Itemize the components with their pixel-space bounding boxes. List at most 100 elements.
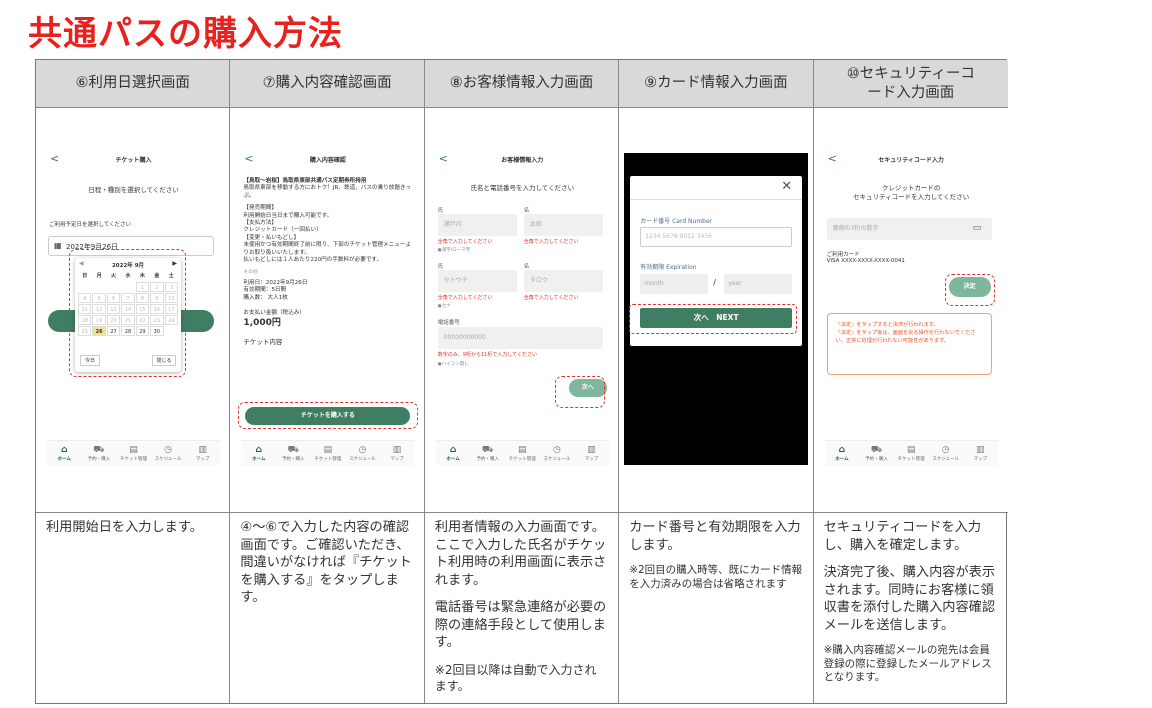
bottom-nav: ⌂ ホーム ⛟ 予約・購入 ▤ チケット管理 ◷ スケジュール ▥ マップ xyxy=(47,440,220,466)
price-label: お支払い金額（税込み） xyxy=(243,310,305,317)
highlight-next xyxy=(629,304,798,334)
column-header: ⑨カード情報入力画面 xyxy=(619,60,813,108)
screen-subtitle: 氏名と電話番号を入力してください xyxy=(470,184,575,192)
map-icon: ▥ xyxy=(587,445,596,455)
expiration-label: 有効期限 Expiration xyxy=(640,264,697,271)
sei-label: 氏 xyxy=(437,208,444,214)
highlight-next xyxy=(554,376,605,408)
nav-purchase[interactable]: ⛟ 予約・購入 xyxy=(859,441,894,466)
nav-tickets[interactable]: ▤ チケット管理 xyxy=(116,441,151,466)
screenshot-step8: < お客様情報入力 氏名と電話番号を入力してください 氏 名 瀬戸内 太郎 全角… xyxy=(424,108,619,513)
card-cvc-icon: ▭ xyxy=(972,223,982,233)
screen-subtitle: クレジットカードの セキュリティコードを入力してください xyxy=(852,184,970,201)
highlight-purchase xyxy=(238,402,419,429)
nav-schedule[interactable]: ◷ スケジュール xyxy=(540,441,575,466)
mei-input[interactable]: 太郎 xyxy=(523,214,603,236)
error-text: 全角で入力してください xyxy=(523,239,579,245)
column-description: 利用開始日を入力します。 xyxy=(46,520,203,535)
nav-schedule[interactable]: ◷ スケジュール xyxy=(928,441,963,466)
nav-home[interactable]: ⌂ ホーム xyxy=(47,441,82,466)
phone-screen: < セキュリティコード入力 クレジットカードの セキュリティコードを入力してくだ… xyxy=(824,150,998,466)
screen-title: お客様情報入力 xyxy=(501,157,544,164)
schedule-icon: ◷ xyxy=(941,445,950,455)
column-step10: ⑩セキュリティーコード入力画面 < セキュリティコード入力 クレジットカードの … xyxy=(813,60,1008,703)
home-icon: ⌂ xyxy=(255,445,262,455)
nav-home[interactable]: ⌂ ホーム xyxy=(241,441,276,466)
screen-subtitle: 日程・種別を選択してください xyxy=(88,186,179,194)
nav-tickets[interactable]: ▤ チケット管理 xyxy=(505,441,540,466)
nav-schedule[interactable]: ◷ スケジュール xyxy=(345,441,380,466)
error-text: 全角で入力してください xyxy=(523,295,579,301)
column-description: ④～⑥で入力した内容の確認画面です。ご確認いただき、間違いがなければ『チケットを… xyxy=(240,520,412,605)
nav-map[interactable]: ▥ マップ xyxy=(380,441,415,466)
screenshot-step6: < チケット購入 日程・種別を選択してください ご利用予定日を選択してください … xyxy=(36,108,230,513)
highlight-confirm xyxy=(944,274,995,306)
sei-input[interactable]: 瀬戸内 xyxy=(437,214,517,236)
error-text: 全角で入力してください xyxy=(437,295,493,301)
column-step7: ⑦購入内容確認画面 < 購入内容確認 【鳥取～岩桜】鳥取県東部共通パス定期券所持… xyxy=(230,60,425,703)
screen-title: セキュリティコード入力 xyxy=(878,157,944,164)
nav-map[interactable]: ▥ マップ xyxy=(185,441,220,466)
nav-purchase[interactable]: ⛟ 予約・購入 xyxy=(82,441,117,466)
column-step9: ⑨カード情報入力画面 ✕ カード番号 Card Number 1234 5678… xyxy=(619,60,814,703)
column-header: ⑥利用日選択画面 xyxy=(36,60,230,108)
cart-icon: ⛟ xyxy=(93,445,105,455)
ticket-icon: ▤ xyxy=(906,445,916,455)
nav-map[interactable]: ▥ マップ xyxy=(574,441,609,466)
warning-box: 『決定』をタップすると決済が行われます。 『決定』をタップ後は、画面を戻る操作を… xyxy=(826,313,992,375)
ticket-icon: ▤ xyxy=(129,445,138,455)
screenshot-step10: < セキュリティコード入力 クレジットカードの セキュリティコードを入力してくだ… xyxy=(813,108,1008,513)
ticket-icon: ▤ xyxy=(323,445,333,455)
ticket-content-label: チケット内容 xyxy=(243,337,283,346)
schedule-icon: ◷ xyxy=(358,445,367,455)
date-label: ご利用予定日を選択してください xyxy=(49,222,132,228)
ticket-icon: ▤ xyxy=(518,445,527,455)
screen-title: 購入内容確認 xyxy=(309,157,346,164)
column-description: カード番号と有効期限を入力します。 ※2回目の購入時等、既にカード情報を入力済み… xyxy=(629,520,803,590)
cart-icon: ⛟ xyxy=(482,445,494,455)
year-select[interactable]: year xyxy=(724,274,793,294)
close-icon[interactable]: ✕ xyxy=(781,179,792,194)
mei-label: 名 xyxy=(523,208,530,214)
screen-title: チケット購入 xyxy=(115,157,152,164)
error-text: 全角で入力してください xyxy=(437,239,493,245)
map-icon: ▥ xyxy=(198,445,207,455)
cart-icon: ⛟ xyxy=(870,445,883,455)
ticket-line: 鳥取県東部を移動する方におトク！JR、鉄道、バスの乗り放題きっぷ。 xyxy=(243,185,411,199)
ticket-line: クレジットカード（一回払い） xyxy=(243,227,322,234)
nav-schedule[interactable]: ◷ スケジュール xyxy=(151,441,186,466)
sei-kana-input[interactable]: セトウチ xyxy=(437,270,517,292)
highlight-calendar xyxy=(69,249,186,377)
home-icon: ⌂ xyxy=(61,445,68,455)
month-select[interactable]: month xyxy=(640,274,709,294)
schedule-icon: ◷ xyxy=(552,445,561,455)
mei-kana-label: 名 xyxy=(523,264,530,270)
note-text: ●漢字/ローマ字 xyxy=(437,248,471,253)
column-header: ⑩セキュリティーコード入力画面 xyxy=(813,60,1008,108)
mei-kana-input[interactable]: タロウ xyxy=(523,270,603,292)
card-number: VISA XXXX-XXXX-XXXX-0041 xyxy=(826,258,905,264)
bottom-nav: ⌂ ホーム ⛟ 予約・購入 ▤ チケット管理 ◷ スケジュール ▥ マップ xyxy=(241,440,415,466)
nav-tickets[interactable]: ▤ チケット管理 xyxy=(894,441,929,466)
security-code-input[interactable]: 裏側の3桁の数字 xyxy=(826,218,992,240)
map-icon: ▥ xyxy=(392,445,402,455)
nav-map[interactable]: ▥ マップ xyxy=(963,441,998,466)
phone-input[interactable]: 00000000000 xyxy=(437,327,603,349)
schedule-icon: ◷ xyxy=(164,445,172,455)
screenshot-step9: ✕ カード番号 Card Number 1234 5678 9012 3456 … xyxy=(619,108,813,513)
column-description: セキュリティコードを入力し、購入を確定します。 決済完了後、購入内容が表示されま… xyxy=(823,520,996,683)
bottom-nav: ⌂ ホーム ⛟ 予約・購入 ▤ チケット管理 ◷ スケジュール ▥ マップ xyxy=(435,440,609,466)
nav-home[interactable]: ⌂ ホーム xyxy=(436,441,471,466)
phone-screen: < お客様情報入力 氏名と電話番号を入力してください 氏 名 瀬戸内 太郎 全角… xyxy=(435,150,609,466)
nav-tickets[interactable]: ▤ チケット管理 xyxy=(311,441,346,466)
ticket-line: 利用開始日当日まで購入可能です。 xyxy=(243,212,333,219)
card-number-input[interactable]: 1234 5678 9012 3456 xyxy=(640,227,793,247)
column-step8: ⑧お客様情報入力画面 < お客様情報入力 氏名と電話番号を入力してください 氏 … xyxy=(424,60,620,703)
procedure-table: ⑥利用日選択画面 < チケット購入 日程・種別を選択してください ご利用予定日を… xyxy=(35,59,1008,704)
sei-kana-label: 氏 xyxy=(437,264,444,270)
nav-purchase[interactable]: ⛟ 予約・購入 xyxy=(276,441,311,466)
column-header: ⑧お客様情報入力画面 xyxy=(424,60,619,108)
note-text: ●カナ xyxy=(437,304,451,309)
nav-home[interactable]: ⌂ ホーム xyxy=(825,441,860,466)
nav-purchase[interactable]: ⛟ 予約・購入 xyxy=(470,441,505,466)
